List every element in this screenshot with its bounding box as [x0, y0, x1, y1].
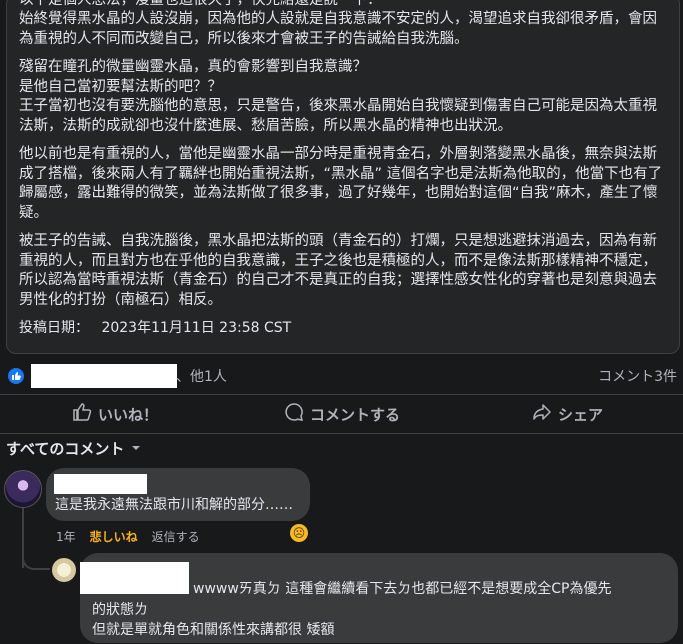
comment-meta: 1年 悲しいね 返信する [56, 528, 200, 545]
like-button-label: いいね！ [98, 405, 159, 424]
post-paragraph: 始終覺得黑水晶的人設沒崩，因為他的人設就是自我意識不安定的人，渴望追求自我卻很矛… [19, 11, 657, 47]
comment-count[interactable]: コメント3件 [598, 366, 677, 386]
comment-sort-label: すべてのコメント [6, 440, 125, 458]
thumbs-up-icon [72, 402, 92, 426]
comment-sort-dropdown[interactable]: すべてのコメント [6, 438, 142, 459]
redacted-name [31, 364, 177, 388]
thread-connector [22, 540, 50, 570]
post-paragraph: 王子當初也沒有要洗腦他的意思，只是警告，後來黑水晶開始自我懷疑到傷害自己可能是因… [19, 98, 657, 134]
post-paragraph: 他以前也是有重視的人，當他是幽靈水晶一部分時是重視青金石，外層剝落變黑水晶後，無… [19, 146, 663, 221]
post-paragraph: 被王子的告誡、自我洗腦後，黑水晶把法斯的頭（青金石的）打爛，只是想逃避抹消過去，… [19, 233, 657, 308]
comment-reaction-button[interactable]: 悲しいね [90, 528, 138, 545]
share-button-label: シェア [558, 405, 604, 424]
like-button[interactable]: いいね！ [72, 398, 158, 430]
comment-text: 但就是單就角色和關係性來講都很 矮額 [92, 622, 335, 638]
post-paragraph: 是他自己當初要幫法斯的吧？？ [19, 78, 222, 95]
redacted-name [80, 562, 189, 594]
reply-button[interactable]: 返信する [152, 528, 200, 545]
post-date: 2023年11月11日 23:58 CST [101, 320, 292, 336]
action-bar: いいね！ コメントする シェア [0, 398, 683, 430]
post-paragraph: 以下是個人想法，漫畫也追很久了，快完結還是說一下： [19, 0, 382, 8]
comment-bubble: 這是我永遠無法跟市川和解的部分…… [46, 468, 310, 521]
comment-text: 這是我永遠無法跟市川和解的部分…… [55, 497, 293, 513]
comment-bubble-icon [284, 402, 304, 426]
divider [0, 433, 683, 434]
comment-text: 的狀態ㄌ [92, 602, 148, 618]
avatar[interactable] [4, 470, 42, 508]
post-body: 以下是個人想法，漫畫也追很久了，快完結還是說一下： 始終覺得黑水晶的人設沒崩，因… [19, 0, 669, 348]
redacted-name [54, 474, 147, 494]
avatar[interactable] [52, 558, 76, 582]
post-paragraph: 殘留在瞳孔的微量幽靈水晶，真的會影響到自我意識？ [19, 59, 367, 75]
divider [0, 394, 683, 395]
comment-bubble: wwwwㄞ真ㄉ 這種會繼續看下去ㄉ也都已經不是想要成全CP為優先 的狀態ㄌ 但就… [80, 553, 678, 643]
chevron-down-icon [130, 440, 142, 458]
share-button[interactable]: シェア [532, 398, 603, 430]
like-reaction-icon[interactable] [8, 368, 24, 384]
post-card: 以下是個人想法，漫畫也追很久了，快完結還是說一下： 始終覺得黑水晶的人設沒崩，因… [6, 0, 680, 354]
post-date-label: 投稿日期： [19, 320, 89, 336]
post-date-line: 投稿日期： 2023年11月11日 23:58 CST [19, 319, 669, 339]
comment-time[interactable]: 1年 [56, 528, 76, 545]
comment-text: wwwwㄞ真ㄉ 這種會繼續看下去ㄉ也都已經不是想要成全CP為優先 [193, 581, 612, 597]
reactions-bar: 、他1人 コメント3件 [0, 362, 683, 390]
reactions-others[interactable]: 、他1人 [176, 366, 227, 386]
comment-button[interactable]: コメントする [284, 398, 400, 430]
sad-face-icon[interactable]: ☹ [290, 524, 308, 542]
share-arrow-icon [532, 402, 552, 426]
comment-button-label: コメントする [310, 405, 401, 424]
